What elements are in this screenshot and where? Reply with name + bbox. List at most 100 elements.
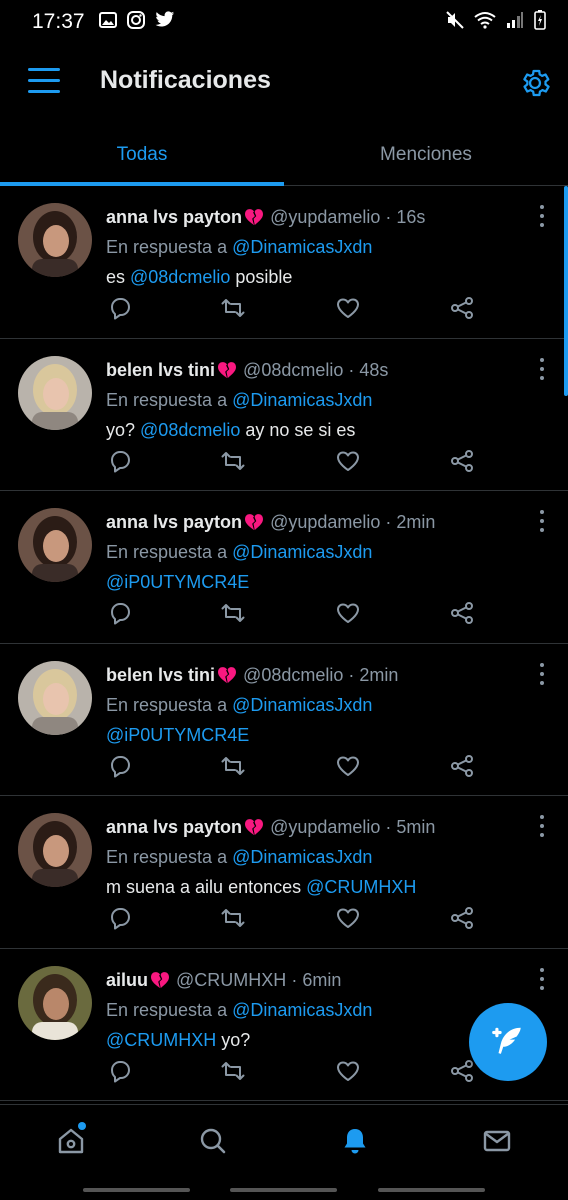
more-options-icon[interactable] — [538, 357, 546, 380]
mention-link[interactable]: @iP0UTYMCR4E — [106, 725, 249, 745]
bottom-nav — [0, 1104, 568, 1176]
menu-button[interactable] — [28, 68, 60, 98]
tweet-item[interactable]: belen lvs tini @08dcmelio · 2min En respu… — [0, 644, 568, 796]
like-button[interactable] — [334, 599, 362, 627]
share-button[interactable] — [448, 904, 476, 932]
author-name[interactable]: ailuu — [106, 970, 148, 990]
nav-messages[interactable] — [426, 1105, 568, 1176]
like-button[interactable] — [334, 904, 362, 932]
share-button[interactable] — [448, 599, 476, 627]
like-button[interactable] — [334, 294, 362, 322]
author-handle[interactable]: @08dcmelio — [243, 360, 343, 380]
reply-context: En respuesta a @DinamicasJxdn — [106, 537, 518, 567]
author-handle[interactable]: @yupdamelio — [270, 207, 380, 227]
heart-icon — [337, 451, 359, 471]
reply-to-mention[interactable]: @DinamicasJxdn — [232, 1000, 372, 1020]
author-name[interactable]: anna lvs payton — [106, 817, 242, 837]
more-options-icon[interactable] — [538, 815, 546, 837]
avatar[interactable] — [18, 965, 92, 1040]
reply-context: En respuesta a @DinamicasJxdn — [106, 232, 518, 262]
reply-icon — [111, 450, 130, 472]
avatar[interactable] — [18, 203, 92, 277]
reply-to-mention[interactable]: @DinamicasJxdn — [232, 237, 372, 257]
gesture-pill — [230, 1188, 337, 1192]
compose-tweet-button[interactable] — [469, 1003, 547, 1081]
gesture-pill — [83, 1188, 190, 1192]
tweet-content: ailuu @CRUMHXH · 6min En respuesta a @Din… — [106, 965, 518, 1055]
tweet-item[interactable]: anna lvs payton @yupdamelio · 2min En res… — [0, 491, 568, 644]
reply-prefix: En respuesta a — [106, 694, 228, 715]
tab-todas[interactable]: Todas — [0, 124, 284, 186]
avatar[interactable] — [18, 660, 92, 735]
notifications-feed[interactable]: anna lvs payton @yupdamelio · 16s En resp… — [0, 186, 568, 1104]
reply-to-mention[interactable]: @DinamicasJxdn — [232, 847, 372, 867]
separator-dot: · — [286, 969, 303, 990]
broken-heart-emoji-icon — [245, 514, 264, 531]
more-options-icon[interactable] — [538, 967, 546, 990]
scrollbar[interactable] — [564, 186, 568, 396]
more-options-icon[interactable] — [538, 205, 546, 227]
nav-notifications[interactable] — [284, 1105, 426, 1176]
tweet-header: belen lvs tini @08dcmelio · 48s — [106, 355, 518, 385]
tweet-item[interactable]: anna lvs payton @yupdamelio · 5min En res… — [0, 796, 568, 949]
tweet-item[interactable]: belen lvs tini @08dcmelio · 48s En respue… — [0, 339, 568, 491]
heart-icon — [337, 603, 359, 623]
mention-link[interactable]: @CRUMHXH — [106, 1030, 216, 1050]
reply-button[interactable] — [106, 294, 134, 322]
retweet-button[interactable] — [219, 294, 247, 322]
author-handle[interactable]: @CRUMHXH — [176, 970, 286, 990]
tweet-timestamp: 2min — [359, 664, 399, 685]
tweet-header: ailuu @CRUMHXH · 6min — [106, 965, 518, 995]
reply-to-mention[interactable]: @DinamicasJxdn — [232, 542, 372, 562]
author-name[interactable]: belen lvs tini — [106, 665, 215, 685]
like-button[interactable] — [334, 447, 362, 475]
retweet-button[interactable] — [219, 599, 247, 627]
author-handle[interactable]: @yupdamelio — [270, 817, 380, 837]
reply-button[interactable] — [106, 904, 134, 932]
share-button[interactable] — [448, 1057, 476, 1085]
retweet-button[interactable] — [219, 904, 247, 932]
tweet-text-segment: yo? — [106, 419, 141, 440]
home-notification-dot — [78, 1122, 86, 1130]
reply-button[interactable] — [106, 752, 134, 780]
reply-context: En respuesta a @DinamicasJxdn — [106, 690, 518, 720]
like-button[interactable] — [334, 752, 362, 780]
retweet-button[interactable] — [219, 447, 247, 475]
author-handle[interactable]: @yupdamelio — [270, 512, 380, 532]
mention-link[interactable]: @08dcmelio — [140, 420, 240, 440]
nav-search[interactable] — [142, 1105, 284, 1176]
avatar[interactable] — [18, 355, 92, 430]
retweet-button[interactable] — [219, 752, 247, 780]
author-handle[interactable]: @08dcmelio — [243, 665, 343, 685]
share-button[interactable] — [448, 447, 476, 475]
more-options-icon[interactable] — [538, 662, 546, 685]
reply-button[interactable] — [106, 599, 134, 627]
reply-button[interactable] — [106, 447, 134, 475]
reply-to-mention[interactable]: @DinamicasJxdn — [232, 695, 372, 715]
mention-link[interactable]: @iP0UTYMCR4E — [106, 572, 249, 592]
reply-to-mention[interactable]: @DinamicasJxdn — [232, 390, 372, 410]
tweet-item[interactable]: anna lvs payton @yupdamelio · 16s En resp… — [0, 186, 568, 339]
reply-button[interactable] — [106, 1057, 134, 1085]
bell-icon — [344, 1128, 366, 1153]
share-button[interactable] — [448, 752, 476, 780]
like-button[interactable] — [334, 1057, 362, 1085]
avatar[interactable] — [18, 813, 92, 887]
tab-menciones[interactable]: Menciones — [284, 124, 568, 185]
author-name[interactable]: belen lvs tini — [106, 360, 215, 380]
separator-dot: · — [380, 207, 397, 227]
retweet-button[interactable] — [219, 1057, 247, 1085]
share-button[interactable] — [448, 294, 476, 322]
share-icon — [451, 907, 473, 929]
author-name[interactable]: anna lvs payton — [106, 207, 242, 227]
nav-home[interactable] — [0, 1105, 142, 1176]
wifi-icon — [474, 11, 496, 34]
reply-icon — [111, 908, 130, 930]
mention-link[interactable]: @CRUMHXH — [306, 877, 416, 897]
retweet-icon — [221, 756, 245, 775]
mention-link[interactable]: @08dcmelio — [130, 267, 230, 287]
settings-button[interactable] — [518, 66, 552, 100]
more-options-icon[interactable] — [538, 510, 546, 532]
author-name[interactable]: anna lvs payton — [106, 512, 242, 532]
avatar[interactable] — [18, 508, 92, 582]
